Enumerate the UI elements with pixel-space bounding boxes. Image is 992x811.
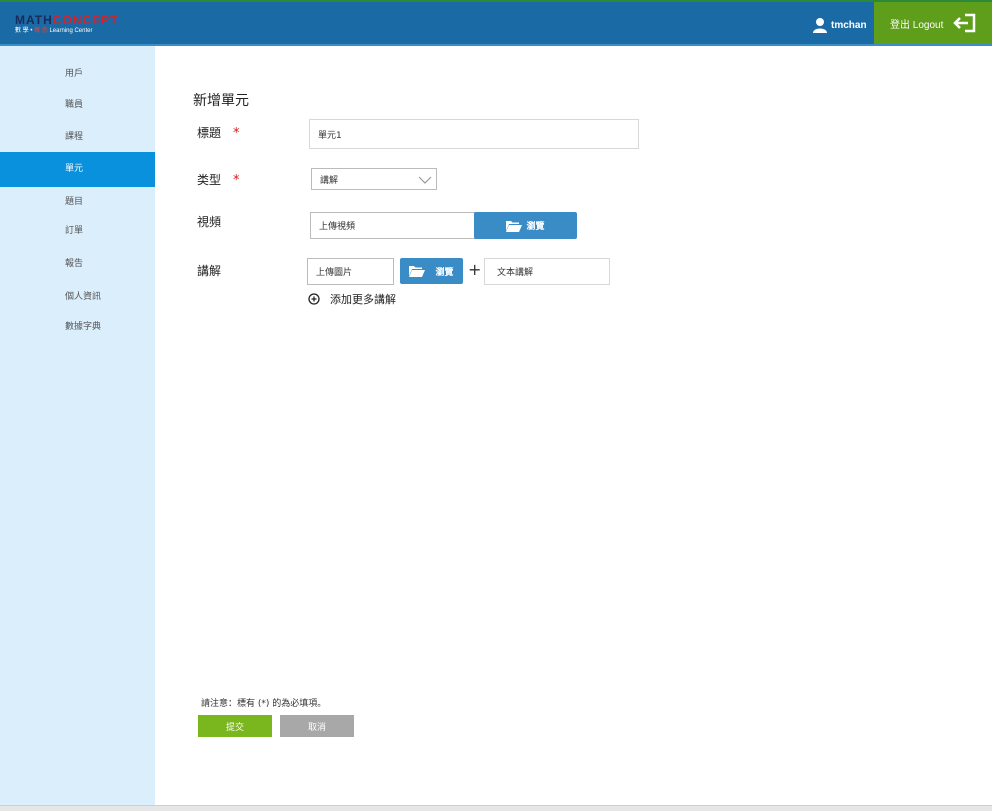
cancel-button[interactable]: 取消: [280, 715, 354, 737]
text-explanation-input[interactable]: 文本講解: [484, 258, 610, 285]
sidebar-item-reports[interactable]: 報告: [0, 247, 155, 282]
page-title: 新增單元: [193, 93, 249, 109]
logout-button[interactable]: 登出 Logout: [874, 2, 992, 44]
plus-circle-icon: [308, 293, 320, 305]
main-content: 新增單元 標題 * 單元1 类型 * 講解 視頻 上傳視頻 瀏覽 講解 上傳圖片 瀏…: [155, 46, 992, 806]
type-select-value: 講解: [320, 175, 339, 186]
sidebar-item-orders[interactable]: 訂單: [0, 214, 155, 249]
logo-text: MATHCONCEPT: [15, 13, 119, 27]
required-mark: *: [233, 126, 240, 141]
required-mark: *: [233, 173, 240, 188]
logout-label: 登出 Logout: [890, 19, 944, 31]
sidebar-item-courses[interactable]: 課程: [0, 120, 155, 155]
video-label: 視頻: [197, 215, 222, 229]
type-label: 类型 *: [197, 173, 240, 188]
logo: MATHCONCEPT 數 學 • 概 念 Learning Center: [15, 14, 118, 35]
chevron-down-icon: [418, 176, 432, 184]
bottom-scrollbar: [0, 805, 992, 811]
type-select[interactable]: 講解: [311, 168, 437, 190]
logo-subtitle: 數 學 • 概 念 Learning Center: [15, 28, 93, 34]
user-profile[interactable]: tmchan: [812, 16, 867, 34]
sidebar-item-units[interactable]: 單元: [0, 152, 155, 187]
sidebar-item-data-dictionary[interactable]: 數據字典: [0, 310, 155, 345]
required-note: 請注意：標有 (*) 的為必填項。: [201, 699, 327, 709]
video-upload-input[interactable]: 上傳視頻: [310, 212, 475, 239]
sidebar: 用戶 職員 課程 單元 題目 訂單 報告 個人資訊 數據字典: [0, 46, 155, 806]
folder-open-icon: [409, 266, 426, 277]
image-browse-button[interactable]: 瀏覽: [400, 258, 463, 284]
plus-icon: +: [468, 260, 482, 279]
submit-button[interactable]: 提交: [198, 715, 272, 737]
explanation-label: 講解: [197, 264, 222, 278]
logout-icon: [953, 13, 976, 33]
sidebar-item-users[interactable]: 用戶: [0, 57, 155, 92]
video-browse-button[interactable]: 瀏覽: [474, 212, 577, 239]
sidebar-item-staff[interactable]: 職員: [0, 88, 155, 123]
image-upload-input[interactable]: 上傳圖片: [307, 258, 394, 285]
title-label: 標題 *: [197, 126, 240, 141]
add-more-explanation-button[interactable]: 添加更多講解: [308, 291, 396, 307]
title-input[interactable]: 單元1: [309, 119, 639, 149]
username: tmchan: [831, 19, 867, 31]
top-bar: MATHCONCEPT 數 學 • 概 念 Learning Center tm…: [0, 0, 992, 46]
folder-open-icon: [506, 220, 523, 232]
user-icon: [813, 18, 827, 33]
